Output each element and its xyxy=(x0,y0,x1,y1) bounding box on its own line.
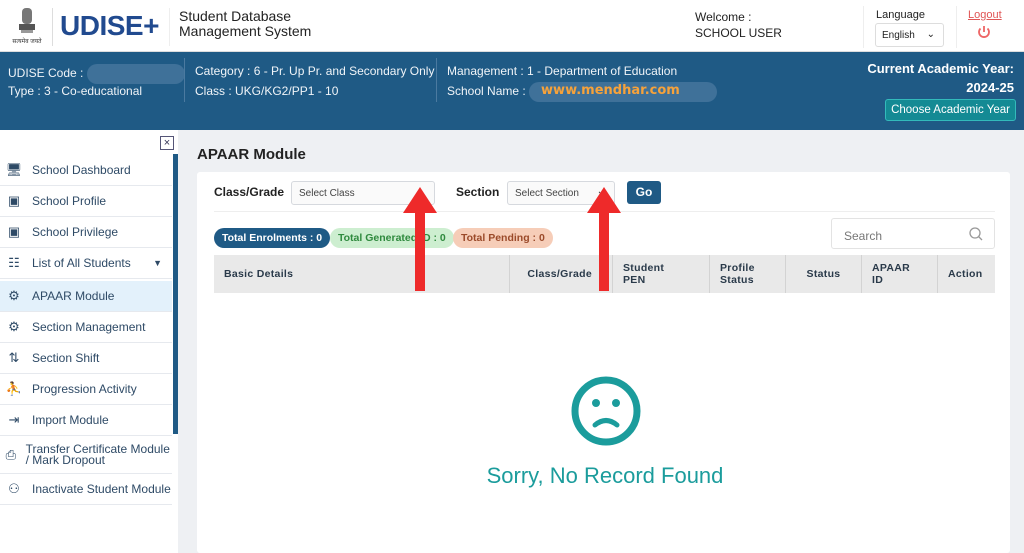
sidebar-item-label: Section Shift xyxy=(32,351,100,365)
national-emblem-icon: सत्यमेव जयते xyxy=(12,6,42,46)
search-input[interactable]: Search xyxy=(831,218,995,249)
privilege-icon: ▣ xyxy=(7,224,21,239)
sidebar-item-import-module[interactable]: ⇥ Import Module xyxy=(0,405,172,436)
school-info-band: UDISE Code : Type : 3 - Co-educational C… xyxy=(0,52,1024,130)
sidebar: × 🖥 School Dashboard ▣ School Profile ▣ Schoo… xyxy=(0,130,178,553)
column-header[interactable]: APAAR ID xyxy=(862,255,938,293)
group-gear-icon: ⚙ xyxy=(8,319,20,334)
page-title: APAAR Module xyxy=(197,146,306,163)
sidebar-item-school-profile[interactable]: ▣ School Profile xyxy=(0,186,172,217)
logout-link[interactable]: Logout xyxy=(968,9,1002,21)
sidebar-item-school-dashboard[interactable]: 🖥 School Dashboard xyxy=(0,155,172,186)
progression-icon: ⛹ xyxy=(5,381,23,396)
inactivate-user-icon: ⚇ xyxy=(8,481,20,496)
sidebar-item-label: School Privilege xyxy=(32,225,119,239)
sidebar-item-label: Transfer Certificate Module / Mark Dropo… xyxy=(25,441,170,467)
language-label: Language xyxy=(876,9,925,21)
profile-icon: ▣ xyxy=(7,193,21,208)
red-arrow-annotation xyxy=(587,187,621,294)
red-arrow-annotation xyxy=(403,187,437,294)
total-enrolments-badge: Total Enrolments : 0 xyxy=(214,228,331,248)
import-icon: ⇥ xyxy=(8,412,20,427)
academic-year: 2024-25 xyxy=(966,80,1014,95)
class-grade-label: Class/Grade xyxy=(214,185,285,199)
sidebar-item-label: Inactivate Student Module xyxy=(32,482,171,496)
sidebar-item-list-of-all-students[interactable]: ☷ List of All Students ▼ xyxy=(0,248,172,279)
sidebar-item-transfer-certificate-module-mark-dropout[interactable]: ⎙ Transfer Certificate Module / Mark Drop… xyxy=(0,436,172,474)
sidebar-item-label: Progression Activity xyxy=(32,382,137,396)
sidebar-item-section-shift[interactable]: ⇅ Section Shift xyxy=(0,343,172,374)
column-header[interactable]: Action xyxy=(938,255,995,293)
academic-year-label: Current Academic Year: xyxy=(867,61,1014,76)
choose-academic-year-button[interactable]: Choose Academic Year xyxy=(885,99,1016,121)
caret-down-icon: ▼ xyxy=(153,258,162,268)
school-management: Management : 1 - Department of Education xyxy=(447,64,678,78)
sidebar-item-label: Section Management xyxy=(32,320,146,334)
group-gear-icon: ⚙ xyxy=(8,288,20,303)
power-icon[interactable] xyxy=(976,24,992,40)
school-category: Category : 6 - Pr. Up Pr. and Secondary … xyxy=(195,64,435,78)
section-label: Section xyxy=(456,185,500,199)
chevron-down-icon: ⌄ xyxy=(926,29,935,40)
shift-icon: ⇅ xyxy=(8,350,20,365)
user-name: SCHOOL USER xyxy=(695,26,782,40)
school-class: Class : UKG/KG2/PP1 - 10 xyxy=(195,84,339,98)
sidebar-item-label: School Dashboard xyxy=(32,163,131,177)
sidebar-item-label: List of All Students xyxy=(32,256,131,270)
sidebar-item-label: APAAR Module xyxy=(32,289,115,303)
sad-face-icon xyxy=(570,375,642,450)
welcome-text: Welcome : SCHOOL USER xyxy=(695,10,782,40)
sidebar-item-apaar-module[interactable]: ⚙ APAAR Module xyxy=(0,281,172,312)
dashboard-icon: 🖥 xyxy=(5,162,23,177)
go-button[interactable]: Go xyxy=(627,181,661,204)
column-header[interactable]: Student PEN xyxy=(613,255,710,293)
language-select[interactable]: English ⌄ xyxy=(875,23,944,47)
sidebar-item-section-management[interactable]: ⚙ Section Management xyxy=(0,312,172,343)
search-icon xyxy=(968,226,984,245)
column-header[interactable]: Basic Details xyxy=(214,255,510,293)
sidebar-item-label: Import Module xyxy=(32,413,109,427)
empty-message: Sorry, No Record Found xyxy=(486,463,724,488)
list-icon: ☷ xyxy=(8,255,20,270)
school-name: School Name : www.mendhar.com xyxy=(447,82,718,102)
column-header[interactable]: Status xyxy=(786,255,862,293)
top-header: सत्यमेव जयते UDISE+ Student Database Man… xyxy=(0,0,1024,52)
sidebar-item-inactivate-student-module[interactable]: ⚇ Inactivate Student Module xyxy=(0,474,172,505)
system-title: Student Database Management System xyxy=(179,8,312,39)
column-header[interactable]: Profile Status xyxy=(710,255,786,293)
total-pending-badge: Total Pending : 0 xyxy=(453,228,553,248)
close-sidebar-button[interactable]: × xyxy=(160,136,174,150)
sidebar-item-label: School Profile xyxy=(32,194,107,208)
sidebar-item-progression-activity[interactable]: ⛹ Progression Activity xyxy=(0,374,172,405)
udise-code: UDISE Code : xyxy=(8,64,185,84)
udise-logo: UDISE+ xyxy=(60,10,159,41)
school-type: Type : 3 - Co-educational xyxy=(8,84,143,98)
redacted-code xyxy=(86,64,185,84)
watermark: www.mendhar.com xyxy=(541,83,680,98)
certificate-icon: ⎙ xyxy=(5,447,16,462)
sidebar-item-school-privilege[interactable]: ▣ School Privilege xyxy=(0,217,172,248)
sidebar-scrollbar[interactable] xyxy=(173,154,178,434)
